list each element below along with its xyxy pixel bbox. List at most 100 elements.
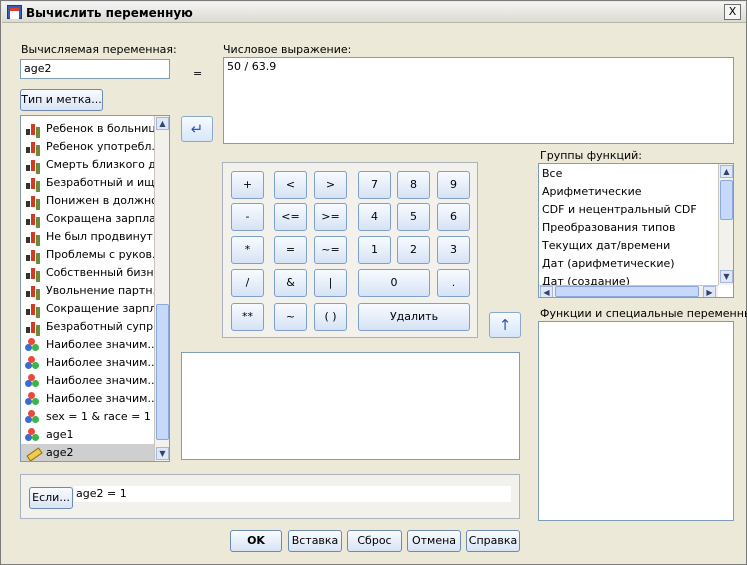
function-group-item[interactable]: Все [539, 165, 733, 183]
variable-item[interactable]: sex = 1 & race = 1 (... [21, 408, 169, 426]
reset-button[interactable]: Сброс [347, 530, 402, 552]
variable-label: Наиболее значим... [46, 392, 158, 405]
variable-item[interactable]: Сокращена зарпла... [21, 210, 169, 228]
keypad-key[interactable]: 1 [358, 236, 391, 264]
nominal-icon [25, 428, 41, 442]
keypad-key[interactable]: ( ) [314, 303, 347, 331]
variable-item[interactable]: Понижен в должно... [21, 192, 169, 210]
bar-chart-icon [25, 122, 41, 136]
function-scroll-thumb[interactable] [720, 180, 733, 220]
function-scroll-up-icon[interactable]: ▲ [720, 165, 733, 178]
variable-item[interactable]: Проблемы с руков... [21, 246, 169, 264]
help-button[interactable]: Справка [466, 530, 520, 552]
bar-chart-icon [25, 230, 41, 244]
scroll-up-arrow-icon[interactable]: ▲ [156, 117, 169, 130]
scroll-down-arrow-icon[interactable]: ▼ [156, 447, 169, 460]
variable-item[interactable]: Увольнение партн... [21, 282, 169, 300]
keypad-key[interactable]: 8 [397, 171, 430, 199]
delete-button[interactable]: Удалить [358, 303, 470, 331]
keypad-key[interactable]: 3 [437, 236, 470, 264]
variable-label: Безработный и ищ... [46, 176, 165, 189]
keypad-key[interactable]: | [314, 269, 347, 297]
variable-scrollbar[interactable]: ▲ ▼ [154, 116, 169, 461]
move-up-button[interactable]: ↑ [489, 312, 521, 338]
keypad-key[interactable]: / [231, 269, 264, 297]
function-scroll-right-icon[interactable]: ▶ [703, 286, 716, 297]
type-and-label-button[interactable]: Тип и метка... [20, 89, 103, 111]
variable-item[interactable]: Наиболее значим... [21, 354, 169, 372]
keypad-key[interactable]: < [274, 171, 307, 199]
keypad-key[interactable]: 7 [358, 171, 391, 199]
keypad-key[interactable]: & [274, 269, 307, 297]
function-group-item[interactable]: Текущих дат/времени [539, 237, 733, 255]
keypad-key[interactable]: 2 [397, 236, 430, 264]
variable-label: Не был продвинут... [46, 230, 164, 243]
paste-button[interactable]: Вставка [288, 530, 342, 552]
variable-item[interactable]: Смерть близкого д... [21, 156, 169, 174]
keypad-key[interactable]: . [437, 269, 470, 297]
variable-item[interactable]: Наиболее значим... [21, 372, 169, 390]
move-to-expression-button[interactable]: ↵ [181, 116, 213, 142]
function-groups-list[interactable]: Все Арифметические CDF и нецентральный CDF… [538, 163, 734, 298]
keypad-key[interactable]: + [231, 171, 264, 199]
keypad-key[interactable]: <= [274, 203, 307, 231]
variable-label: Ребенок в больниц... [46, 122, 167, 135]
keypad-key[interactable]: 0 [358, 269, 430, 297]
bar-chart-icon [25, 266, 41, 280]
cancel-button[interactable]: Отмена [407, 530, 461, 552]
variable-label: age1 [46, 428, 74, 441]
compute-variable-dialog: Вычислить переменную X Вычисляемая перем… [0, 0, 747, 565]
keypad-key[interactable]: >= [314, 203, 347, 231]
keypad-key[interactable]: 5 [397, 203, 430, 231]
variable-item[interactable]: Наиболее значим... [21, 336, 169, 354]
keypad-key[interactable]: ~= [314, 236, 347, 264]
variable-item[interactable]: Не был продвинут... [21, 228, 169, 246]
function-scrollbar-vertical[interactable]: ▲ ▼ [718, 164, 733, 285]
variable-list[interactable]: Ребенок в больниц... Ребенок употребл... С… [20, 115, 170, 462]
variable-item[interactable]: Сокращение зарпл... [21, 300, 169, 318]
variable-label: age2 [46, 446, 74, 459]
function-scrollbar-horizontal[interactable]: ◀ ▶ [539, 285, 718, 297]
variable-label: Ребенок употребл... [46, 140, 162, 153]
keypad-key[interactable]: > [314, 171, 347, 199]
numeric-expression-input[interactable]: 50 / 63.9 [223, 57, 734, 144]
close-button[interactable]: X [724, 4, 741, 20]
variable-label: Сокращение зарпл... [46, 302, 167, 315]
nominal-icon [25, 374, 41, 388]
variable-item[interactable]: age2 [21, 444, 169, 461]
function-groups-label: Группы функций: [540, 149, 643, 162]
variable-item[interactable]: Наиболее значим... [21, 390, 169, 408]
if-condition-group: Если... age2 = 1 [20, 474, 520, 519]
scale-icon [25, 446, 41, 460]
variable-item[interactable]: Ребенок употребл... [21, 138, 169, 156]
variable-item[interactable]: Ребенок в больниц... [21, 120, 169, 138]
variable-item[interactable]: Безработный и ищ... [21, 174, 169, 192]
function-group-item[interactable]: CDF и нецентральный CDF [539, 201, 733, 219]
keypad-key[interactable]: 4 [358, 203, 391, 231]
function-scroll-down-icon[interactable]: ▼ [720, 270, 733, 283]
function-group-item[interactable]: Дат (арифметические) [539, 255, 733, 273]
keypad-key[interactable]: ~ [274, 303, 307, 331]
if-button[interactable]: Если... [29, 487, 73, 509]
functions-special-vars-list[interactable] [538, 321, 734, 521]
variable-label: Наиболее значим... [46, 356, 158, 369]
keypad-key[interactable]: ** [231, 303, 264, 331]
variable-item[interactable]: Собственный бизн... [21, 264, 169, 282]
function-group-item[interactable]: Преобразования типов [539, 219, 733, 237]
variable-item[interactable]: Безработный супр... [21, 318, 169, 336]
variable-item[interactable]: age1 [21, 426, 169, 444]
function-scroll-left-icon[interactable]: ◀ [540, 286, 553, 297]
keypad-key[interactable]: * [231, 236, 264, 264]
ok-button[interactable]: OK [230, 530, 282, 552]
keypad-key[interactable]: - [231, 203, 264, 231]
scroll-thumb[interactable] [156, 304, 169, 440]
keypad-key[interactable]: 6 [437, 203, 470, 231]
keypad-key[interactable]: 9 [437, 171, 470, 199]
bar-chart-icon [25, 248, 41, 262]
keypad-key[interactable]: = [274, 236, 307, 264]
equals-sign: = [193, 67, 203, 80]
bar-chart-icon [25, 212, 41, 226]
target-variable-input[interactable]: age2 [20, 59, 170, 79]
function-scroll-h-thumb[interactable] [555, 286, 699, 297]
function-group-item[interactable]: Арифметические [539, 183, 733, 201]
